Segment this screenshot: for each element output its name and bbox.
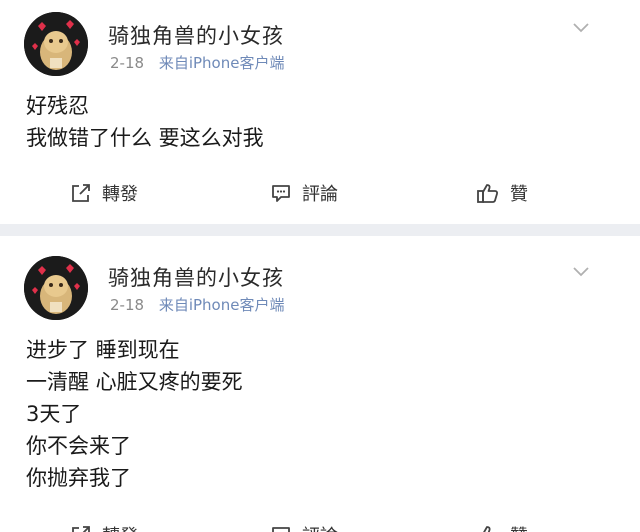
thumbs-up-icon: [483, 526, 491, 532]
like-button[interactable]: 贊: [476, 520, 528, 532]
post-content: 好残忍 我做错了什么 要这么对我: [26, 90, 264, 154]
post-text-line: 你不会来了: [26, 434, 131, 458]
post-text-line: 你抛弃我了: [26, 466, 131, 490]
repost-label: 轉發: [102, 522, 138, 532]
post-date: 2-18: [110, 54, 145, 72]
comment-button[interactable]: 評論: [270, 520, 338, 532]
avatar-image: [24, 256, 88, 320]
avatar[interactable]: [24, 12, 88, 76]
divider: [0, 224, 640, 236]
post-date: 2-18: [110, 296, 145, 314]
repost-button[interactable]: 轉發: [70, 178, 138, 208]
chevron-down-icon[interactable]: [572, 22, 590, 34]
post-source[interactable]: 来自iPhone客户端: [159, 54, 285, 72]
comment-icon: [272, 527, 290, 532]
post-card: 骑独角兽的小女孩 2-18 来自iPhone客户端 好残忍 我做错了什么 要这么…: [0, 0, 640, 224]
like-label: 贊: [510, 522, 528, 532]
post-card: 骑独角兽的小女孩 2-18 来自iPhone客户端 进步了 睡到现在 一清醒 心…: [0, 236, 640, 532]
username[interactable]: 骑独角兽的小女孩: [108, 262, 284, 292]
thumbs-up-icon: [477, 184, 499, 203]
post-text-line: 一清醒 心脏又疼的要死: [26, 370, 243, 394]
weibo-feed: 骑独角兽的小女孩 2-18 来自iPhone客户端 好残忍 我做错了什么 要这么…: [0, 0, 640, 532]
like-button[interactable]: 贊: [476, 178, 528, 208]
like-label: 贊: [510, 184, 528, 205]
comment-label: 評論: [302, 184, 338, 205]
comment-icon: [272, 185, 290, 202]
post-text-line: 3天了: [26, 402, 82, 426]
post-content: 进步了 睡到现在 一清醒 心脏又疼的要死 3天了 你不会来了 你抛弃我了: [26, 334, 243, 494]
repost-button[interactable]: 轉發: [70, 520, 138, 532]
avatar[interactable]: [24, 256, 88, 320]
share-icon: [72, 184, 90, 202]
username[interactable]: 骑独角兽的小女孩: [108, 20, 284, 50]
post-text-line: 进步了 睡到现在: [26, 338, 180, 362]
share-icon: [72, 526, 90, 532]
action-bar: 轉發 評論 贊: [0, 178, 640, 208]
comment-label: 評論: [302, 522, 338, 532]
comment-button[interactable]: 評論: [270, 178, 338, 208]
repost-label: 轉發: [102, 184, 138, 205]
post-text-line: 我做错了什么 要这么对我: [26, 126, 264, 150]
avatar-image: [24, 12, 88, 76]
post-meta: 2-18 来自iPhone客户端: [110, 52, 284, 73]
chevron-down-icon[interactable]: [572, 266, 590, 278]
post-source[interactable]: 来自iPhone客户端: [159, 296, 285, 314]
post-meta: 2-18 来自iPhone客户端: [110, 294, 284, 315]
action-bar: 轉發 評論 贊: [0, 520, 640, 532]
post-text-line: 好残忍: [26, 94, 89, 118]
